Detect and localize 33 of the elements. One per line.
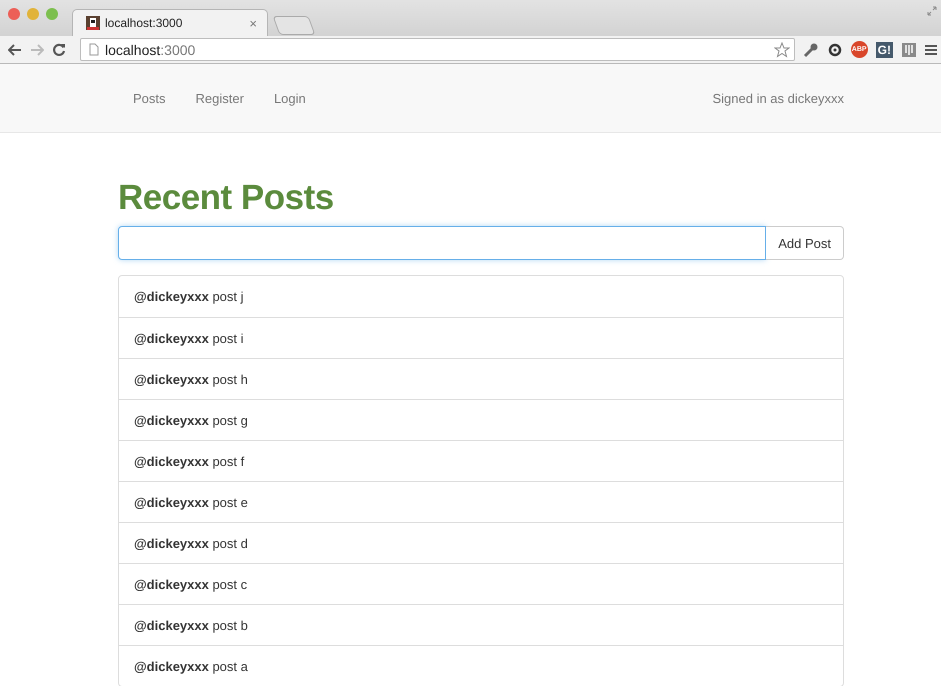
post-text: @dickeyxxx post f (134, 454, 244, 468)
nav-link[interactable]: Login (258, 90, 321, 106)
nav-link[interactable]: Posts (118, 90, 181, 106)
fullscreen-icon[interactable] (927, 6, 937, 16)
post-input[interactable] (118, 226, 766, 260)
back-icon[interactable] (8, 44, 22, 56)
post-text: @dickeyxxx post d (134, 536, 248, 550)
url-text: localhost:3000 (105, 42, 196, 58)
new-tab-button[interactable] (272, 16, 316, 35)
post-text: @dickeyxxx post c (134, 576, 248, 592)
menu-icon[interactable] (925, 44, 937, 56)
extension-button[interactable]: G! (876, 42, 893, 58)
tab-close-button[interactable]: × (249, 16, 257, 30)
star-icon[interactable] (774, 42, 790, 58)
post-text: @dickeyxxx post g (134, 412, 248, 428)
add-post-button[interactable]: Add Post (766, 226, 844, 260)
address-bar[interactable]: localhost:3000 (80, 38, 795, 61)
post-text: @dickeyxxx post h (134, 372, 248, 386)
nav-link[interactable]: Register (180, 90, 259, 106)
columns-icon[interactable] (901, 42, 917, 58)
page-heading: Recent Posts (118, 177, 335, 219)
signed-in-text: Signed in as dickeyxxx (712, 90, 844, 106)
tab-title: localhost:3000 (105, 16, 184, 30)
browser-tab[interactable]: localhost:3000 × (72, 9, 268, 36)
post-text: @dickeyxxx post i (134, 330, 244, 346)
wrench-icon[interactable] (802, 42, 819, 58)
page-icon (89, 43, 99, 56)
reload-icon[interactable] (52, 42, 66, 56)
close-window-icon[interactable] (8, 8, 20, 20)
post-text: @dickeyxxx post e (134, 494, 248, 510)
post-text: @dickeyxxx post j (134, 289, 244, 304)
post-text: @dickeyxxx post b (134, 618, 248, 632)
post-text: @dickeyxxx post a (134, 658, 248, 674)
